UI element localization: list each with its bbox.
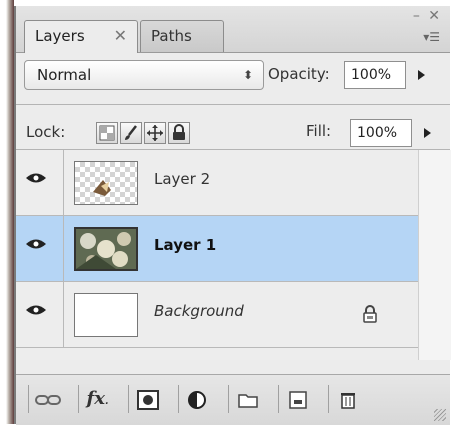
move-lock-icon[interactable] [144,122,166,144]
layer-row-selected[interactable]: Layer 1 [16,216,418,282]
tab-paths-label: Paths [151,27,192,45]
layer-thumbnail [74,293,138,337]
padlock-icon[interactable] [168,122,190,144]
window-controls[interactable]: – ✕ [413,8,442,24]
eye-icon [26,239,46,249]
blend-mode-select[interactable]: Normal ⬍ [24,60,264,90]
panel-menu-icon[interactable]: ▾☰ [423,30,440,44]
opacity-field[interactable]: 100% [344,61,406,89]
fx-icon[interactable]: fx. [78,385,116,413]
bottom-toolbar: fx. [16,374,450,425]
tab-layers[interactable]: Layers ✕ [24,20,138,53]
layer-row[interactable]: Background [16,282,418,348]
layer-thumbnail [74,227,138,271]
brush-lock-icon[interactable] [120,122,142,144]
layers-list: Layer 2 Layer 1 Background [16,150,418,360]
lock-icon [363,305,377,323]
visibility-toggle[interactable] [16,150,64,215]
opacity-slider-arrow-icon[interactable] [418,70,425,80]
opacity-label: Opacity: [268,65,330,83]
layer-row[interactable]: Layer 2 [16,150,418,216]
tab-paths[interactable]: Paths [140,20,224,52]
divider [16,104,450,105]
folder-icon[interactable] [228,385,266,413]
fill-label: Fill: [306,122,332,140]
lock-label: Lock: [26,123,66,141]
visibility-toggle[interactable] [16,282,64,347]
layer-name: Background [154,302,244,320]
transparency-lock-icon[interactable] [96,122,118,144]
layer-name: Layer 1 [154,236,217,254]
link-icon[interactable] [28,385,66,413]
fill-field[interactable]: 100% [350,119,412,147]
tab-bar: Layers ✕ Paths – ✕ ▾☰ [16,6,450,53]
layer-thumbnail [74,161,138,205]
scrollbar[interactable] [418,150,451,360]
eye-icon [26,173,46,183]
tab-close-icon[interactable]: ✕ [114,21,127,51]
visibility-toggle[interactable] [16,216,64,281]
layer-name: Layer 2 [154,170,211,188]
mask-icon[interactable] [128,385,166,413]
fill-slider-arrow-icon[interactable] [424,128,431,138]
adjustment-icon[interactable] [178,385,216,413]
resize-grip[interactable] [434,409,446,421]
trash-icon[interactable] [328,385,366,413]
select-arrows-icon: ⬍ [242,68,253,82]
eye-icon [26,305,46,315]
window-edge [0,0,14,424]
layers-panel: Layers ✕ Paths – ✕ ▾☰ Normal ⬍ Opacity: … [14,6,451,425]
blend-mode-value: Normal [37,66,92,84]
new-layer-icon[interactable] [278,385,316,413]
fx-label: fx [86,388,105,409]
tab-layers-label: Layers [35,27,85,45]
